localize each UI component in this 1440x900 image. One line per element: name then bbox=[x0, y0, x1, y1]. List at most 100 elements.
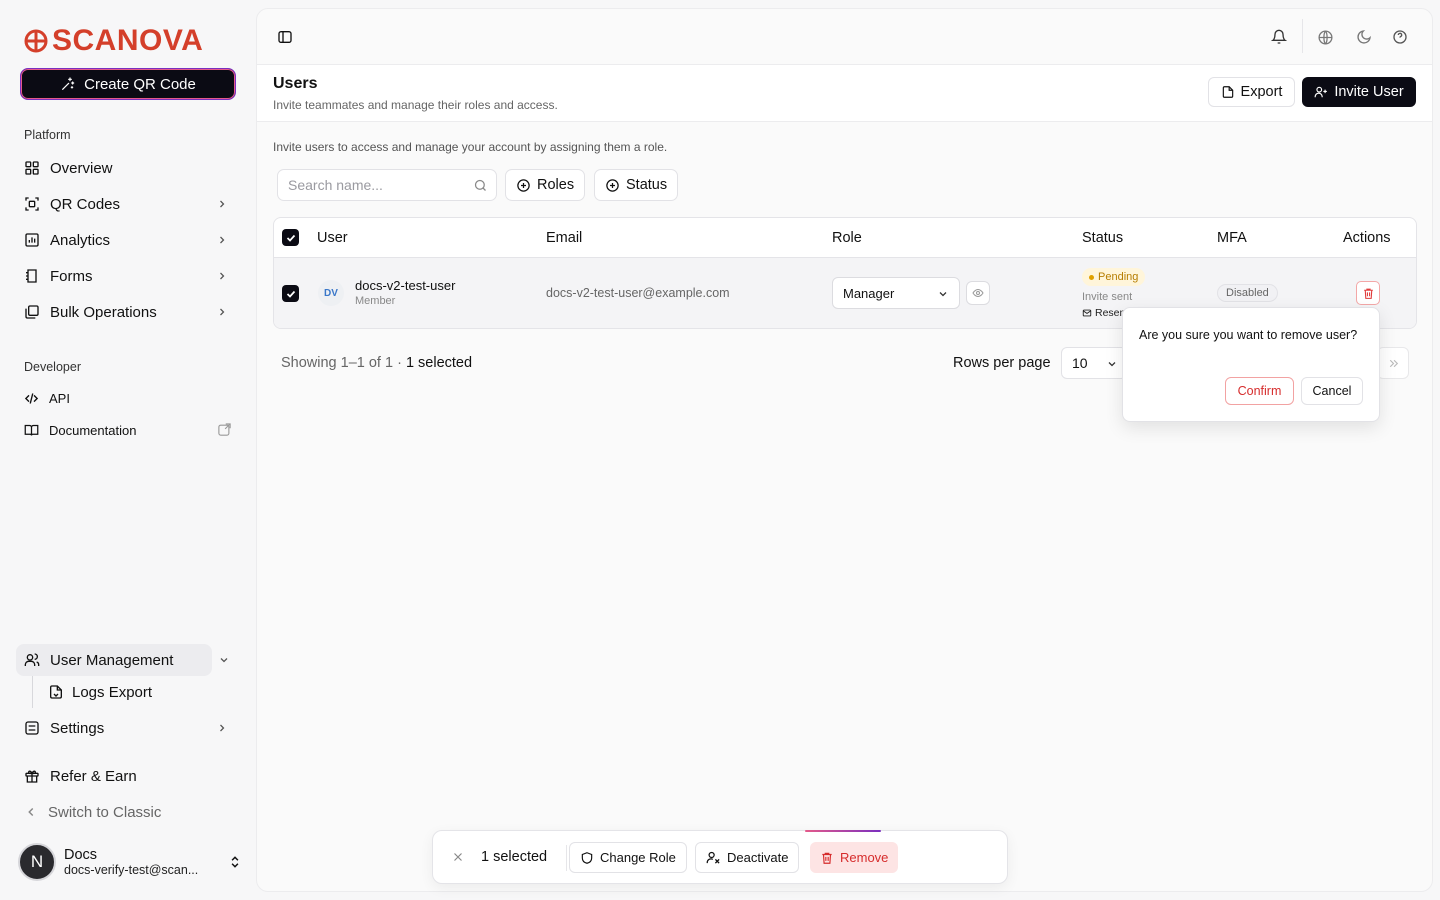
role-select-value: Manager bbox=[843, 285, 895, 301]
sidebar-item-bulk-operations[interactable]: Bulk Operations bbox=[16, 296, 240, 328]
confirm-button[interactable]: Confirm bbox=[1225, 377, 1294, 405]
close-icon bbox=[454, 853, 462, 861]
sidebar-item-overview[interactable]: Overview bbox=[16, 152, 240, 184]
create-qr-code-button[interactable]: Create QR Code bbox=[20, 68, 236, 100]
view-permissions-button[interactable] bbox=[966, 281, 990, 305]
brand-name: SCANOVA bbox=[52, 24, 204, 57]
theme-toggle-button[interactable] bbox=[1350, 23, 1378, 51]
chevrons-up-down-icon bbox=[231, 856, 239, 868]
user-plus-icon bbox=[1314, 86, 1328, 98]
status-badge: Pending bbox=[1082, 268, 1146, 286]
column-header-status[interactable]: Status bbox=[1082, 230, 1123, 246]
resend-label: Resen bbox=[1095, 307, 1126, 319]
trash-icon bbox=[1363, 288, 1373, 299]
remove-label: Remove bbox=[840, 850, 889, 865]
remove-button[interactable]: Remove bbox=[810, 842, 899, 873]
check-icon bbox=[286, 234, 295, 242]
chevron-right-icon bbox=[220, 724, 225, 732]
remove-user-button[interactable] bbox=[1356, 281, 1380, 305]
platform-section-label: Platform bbox=[24, 128, 71, 142]
status-filter-button[interactable]: Status bbox=[594, 169, 679, 201]
search-input[interactable] bbox=[288, 177, 468, 193]
form-icon bbox=[26, 269, 37, 283]
role-select[interactable]: Manager bbox=[832, 277, 960, 309]
cancel-button[interactable]: Cancel bbox=[1301, 377, 1363, 405]
column-header-user[interactable]: User bbox=[317, 230, 348, 246]
select-all-checkbox[interactable] bbox=[282, 229, 299, 246]
change-role-label: Change Role bbox=[600, 850, 676, 865]
book-icon bbox=[24, 424, 39, 436]
roles-filter-button[interactable]: Roles bbox=[505, 169, 586, 201]
main-panel: Users Invite teammates and manage their … bbox=[256, 8, 1433, 892]
intro-text: Invite users to access and manage your a… bbox=[273, 140, 668, 154]
chevron-right-icon bbox=[220, 308, 225, 316]
sidebar-item-forms[interactable]: Forms bbox=[16, 260, 240, 292]
gift-icon bbox=[25, 770, 39, 783]
developer-section-label: Developer bbox=[24, 360, 81, 374]
confirm-question: Are you sure you want to remove user? bbox=[1139, 328, 1358, 342]
sidebar-subitem-label: Logs Export bbox=[72, 683, 153, 701]
status-badge-label: Pending bbox=[1098, 271, 1139, 283]
page-header: Users Invite teammates and manage their … bbox=[257, 65, 1432, 122]
table-header: User Email Role Status MFA Actions bbox=[274, 218, 1416, 258]
file-export-icon bbox=[50, 685, 62, 699]
user-off-icon bbox=[706, 851, 720, 864]
chevron-left-icon bbox=[28, 807, 34, 817]
user-email: docs-v2-test-user@example.com bbox=[546, 286, 730, 300]
change-role-button[interactable]: Change Role bbox=[569, 842, 687, 873]
invite-note: Invite sent bbox=[1082, 291, 1133, 303]
moon-icon bbox=[1357, 30, 1371, 44]
sidebar-item-qr-codes[interactable]: QR Codes bbox=[16, 188, 240, 220]
chevron-down-icon bbox=[220, 658, 228, 663]
toggle-sidebar-button[interactable] bbox=[271, 23, 299, 51]
column-header-mfa[interactable]: MFA bbox=[1217, 230, 1247, 246]
chevron-right-icon bbox=[220, 236, 225, 244]
deactivate-button[interactable]: Deactivate bbox=[695, 842, 800, 873]
column-header-email[interactable]: Email bbox=[546, 230, 582, 246]
sidebar-item-label: Analytics bbox=[50, 231, 111, 249]
language-button[interactable] bbox=[1311, 23, 1339, 51]
settings-icon bbox=[25, 721, 39, 735]
row-checkbox[interactable] bbox=[282, 285, 299, 302]
last-page-button[interactable] bbox=[1377, 347, 1409, 379]
column-header-role[interactable]: Role bbox=[832, 230, 862, 246]
account-switcher[interactable]: N Docs docs-verify-test@scan... bbox=[18, 840, 242, 884]
chevron-down-icon bbox=[939, 292, 947, 297]
status-dot bbox=[1089, 274, 1094, 280]
sidebar-item-label: Refer & Earn bbox=[50, 767, 137, 785]
sidebar-item-label: Overview bbox=[50, 159, 113, 177]
export-button[interactable]: Export bbox=[1208, 77, 1295, 107]
trash-icon bbox=[822, 852, 832, 864]
bulk-action-bar: 1 selected Change Role Deactivate Remove bbox=[432, 830, 1008, 884]
sidebar-item-label: Documentation bbox=[49, 422, 137, 438]
sidebar-item-api[interactable]: API bbox=[16, 382, 240, 414]
sidebar-subitem-logs-export[interactable]: Logs Export bbox=[48, 678, 152, 706]
sidebar-item-user-management[interactable]: User Management bbox=[16, 644, 228, 676]
chevron-right-icon bbox=[220, 272, 225, 280]
clear-selection-button[interactable] bbox=[451, 850, 465, 864]
topbar bbox=[257, 9, 1432, 65]
status-filter-label: Status bbox=[626, 177, 668, 193]
page-title: Users bbox=[273, 75, 318, 92]
external-link-icon bbox=[218, 423, 231, 436]
user-name: docs-v2-test-user bbox=[355, 278, 456, 293]
grid-icon bbox=[25, 161, 39, 175]
sidebar-toggle-icon bbox=[278, 31, 292, 43]
resend-invite-link[interactable]: Resen bbox=[1082, 307, 1125, 319]
sidebar-item-label: Forms bbox=[50, 267, 93, 285]
rows-per-page-select[interactable]: 10 bbox=[1061, 347, 1127, 379]
file-export-icon bbox=[1222, 86, 1233, 98]
sidebar-item-switch-classic[interactable]: Switch to Classic bbox=[16, 796, 240, 828]
sidebar-item-settings[interactable]: Settings bbox=[16, 712, 240, 744]
sidebar-item-analytics[interactable]: Analytics bbox=[16, 224, 240, 256]
chevron-down-icon bbox=[1108, 362, 1116, 367]
help-button[interactable] bbox=[1386, 23, 1414, 51]
globe-icon bbox=[1317, 29, 1333, 45]
notifications-button[interactable] bbox=[1265, 23, 1293, 51]
brand-logo[interactable]: SCANOVA bbox=[24, 24, 203, 58]
bell-icon bbox=[1271, 29, 1287, 44]
chart-icon bbox=[25, 233, 39, 247]
sidebar-item-refer-earn[interactable]: Refer & Earn bbox=[16, 760, 240, 792]
invite-user-button[interactable]: Invite User bbox=[1302, 77, 1416, 107]
sidebar-item-documentation[interactable]: Documentation bbox=[16, 414, 240, 446]
